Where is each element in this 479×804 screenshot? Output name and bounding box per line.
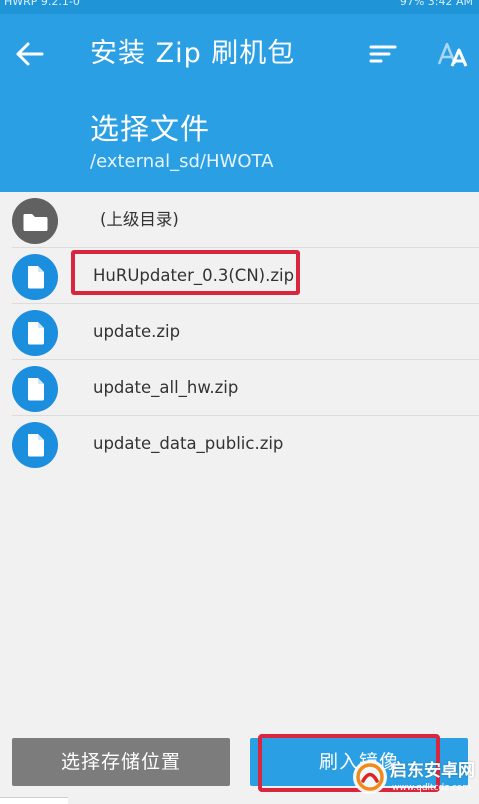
file-name: update_data_public.zip (93, 434, 284, 453)
parent-directory-label: (上级目录) (100, 210, 179, 229)
list-item-file[interactable]: update_all_hw.zip (0, 360, 479, 416)
status-bar: HWRP 9.2.1-0 97% 3:42 AM (0, 0, 479, 14)
list-item-file[interactable]: update_data_public.zip (0, 416, 479, 472)
file-icon (12, 422, 58, 468)
arrow-left-icon (16, 42, 44, 66)
file-name: HuRUpdater_0.3(CN).zip (93, 266, 295, 285)
flash-image-button[interactable]: 刷入镜像 (250, 738, 468, 786)
select-storage-button[interactable]: 选择存储位置 (12, 738, 230, 786)
font-size-button[interactable] (436, 38, 470, 70)
back-button[interactable] (12, 36, 48, 72)
section-title: 选择文件 (90, 112, 211, 146)
file-name: update_all_hw.zip (93, 378, 239, 397)
file-name: update.zip (93, 322, 181, 341)
list-item-file[interactable]: HuRUpdater_0.3(CN).zip (0, 248, 479, 304)
current-path: /external_sd/HWOTA (90, 151, 274, 172)
file-icon (12, 254, 58, 300)
sort-button[interactable] (366, 38, 400, 70)
app-header: 安装 Zip 刷机包 选择文件 /external_sd/HWOTA (0, 14, 479, 192)
bottom-strip (0, 797, 68, 804)
font-size-icon (437, 42, 468, 67)
list-item-file[interactable]: update.zip (0, 304, 479, 360)
folder-icon (12, 198, 58, 244)
file-icon (12, 366, 58, 412)
sort-icon (369, 45, 397, 63)
status-left-text: HWRP 9.2.1-0 (4, 0, 80, 8)
file-icon (12, 310, 58, 356)
page-title: 安装 Zip 刷机包 (90, 38, 296, 69)
file-list: (上级目录) HuRUpdater_0.3(CN).zip update.zip (0, 192, 479, 472)
status-right-text: 97% 3:42 AM (399, 0, 473, 8)
list-item-parent-directory[interactable]: (上级目录) (0, 192, 479, 248)
